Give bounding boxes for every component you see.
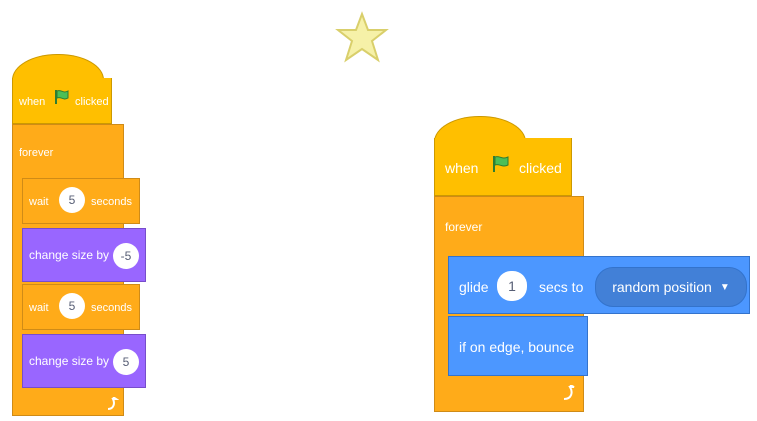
hat-prefix: when (445, 160, 479, 176)
forever-label: forever (445, 220, 483, 234)
change-size-label: change size by (29, 248, 110, 262)
wait-label: wait (29, 302, 49, 314)
glide-block[interactable]: glide 1 secs to random position ▼ (448, 256, 750, 314)
glide-target-value: random position (612, 279, 712, 295)
change-size-input[interactable]: 5 (113, 349, 139, 375)
when-flag-clicked-block[interactable]: when clicked (12, 78, 112, 124)
change-size-label: change size by (29, 354, 110, 368)
glide-target-dropdown[interactable]: random position ▼ (595, 267, 747, 307)
left-script: when clicked forever wait 5 seconds chan… (0, 0, 160, 421)
change-size-input[interactable]: -5 (113, 243, 139, 269)
wait-label: wait (29, 196, 49, 208)
change-size-block-1[interactable]: change size by -5 (22, 228, 146, 282)
glide-label: glide (459, 279, 489, 295)
forever-label: forever (19, 147, 54, 159)
glide-seconds-input[interactable]: 1 (497, 271, 527, 301)
if-on-edge-bounce-block[interactable]: if on edge, bounce (448, 316, 588, 376)
glide-middle-label: secs to (539, 279, 584, 295)
hat-suffix: clicked (519, 160, 562, 176)
when-flag-clicked-block[interactable]: when clicked (434, 138, 572, 196)
wait-unit: seconds (91, 196, 132, 208)
loop-arrow-icon (105, 396, 120, 416)
right-script: when clicked forever glide 1 secs to ran… (430, 110, 757, 421)
hat-prefix: when (19, 96, 46, 108)
wait-block-2[interactable]: wait 5 seconds (22, 284, 140, 330)
green-flag-icon (53, 88, 71, 111)
change-size-block-2[interactable]: change size by 5 (22, 334, 146, 388)
star-sprite-icon[interactable] (334, 10, 390, 66)
wait-unit: seconds (91, 302, 132, 314)
bounce-label: if on edge, bounce (459, 339, 575, 355)
dropdown-caret-icon: ▼ (719, 281, 730, 293)
hat-suffix: clicked (75, 96, 109, 108)
green-flag-icon (491, 154, 511, 179)
wait-seconds-input[interactable]: 5 (59, 293, 85, 319)
wait-block-1[interactable]: wait 5 seconds (22, 178, 140, 224)
loop-arrow-icon (561, 384, 577, 406)
wait-seconds-input[interactable]: 5 (59, 187, 85, 213)
